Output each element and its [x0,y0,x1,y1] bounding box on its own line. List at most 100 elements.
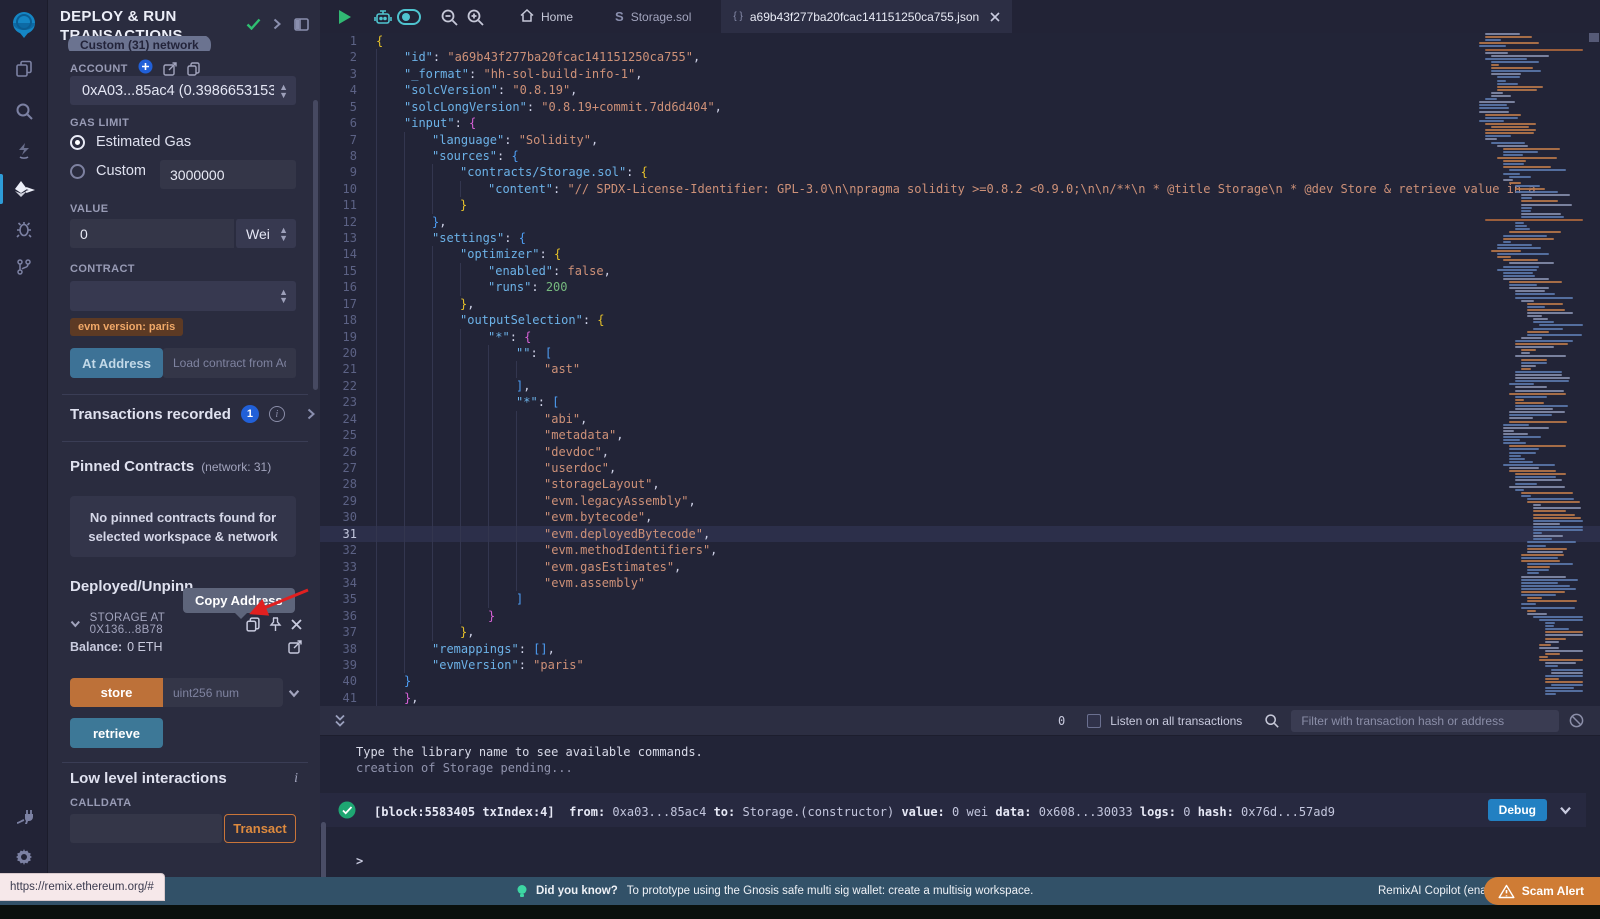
file-explorer-icon[interactable] [0,52,48,86]
custom-gas-input[interactable] [160,160,296,189]
copy-account-icon[interactable] [187,62,200,76]
panel-scrollbar[interactable] [313,100,318,390]
at-address-button[interactable]: At Address [70,348,163,378]
scam-alert-badge[interactable]: Scam Alert [1484,877,1600,905]
code-line[interactable]: 21"ast" [320,361,1600,377]
transaction-filter-input[interactable] [1291,710,1559,732]
terminal-search-icon[interactable] [1264,713,1279,728]
contract-select[interactable]: ▲▼ [70,281,296,311]
code-line[interactable]: 15"enabled": false, [320,263,1600,279]
code-line[interactable]: 20"": [ [320,345,1600,361]
code-line[interactable]: 9"contracts/Storage.sol": { [320,164,1600,180]
code-line[interactable]: 23"*": [ [320,394,1600,410]
value-input[interactable] [70,219,234,248]
pin-panel-icon[interactable] [292,15,310,33]
code-line[interactable]: 12}, [320,214,1600,230]
copy-contract-address-icon[interactable] [246,617,260,632]
transact-button[interactable]: Transact [224,814,296,843]
code-line[interactable]: 18"outputSelection": { [320,312,1600,328]
terminal-scrollbar[interactable] [321,822,326,880]
code-line[interactable]: 16"runs": 200 [320,279,1600,295]
copilot-toggle-icon[interactable] [396,6,422,28]
debugger-icon[interactable] [0,212,48,246]
code-line[interactable]: 41}, [320,690,1600,706]
code-line[interactable]: 31"evm.deployedBytecode", [320,526,1600,542]
code-line[interactable]: 19"*": { [320,329,1600,345]
run-script-play-icon[interactable] [332,6,358,28]
code-line[interactable]: 17}, [320,296,1600,312]
edit-balance-icon[interactable] [288,640,302,654]
search-icon[interactable] [0,94,48,128]
tab-build-info-json[interactable]: { } a69b43f277ba20fcac141151250ca755.jso… [721,0,1012,33]
deploy-and-run-icon[interactable] [0,172,48,206]
low-level-info-icon[interactable]: i [294,771,298,787]
code-line[interactable]: 22], [320,378,1600,394]
code-line[interactable]: 28"storageLayout", [320,476,1600,492]
code-line[interactable]: 3"_format": "hh-sol-build-info-1", [320,66,1600,82]
transaction-log-row[interactable]: [block:5583405 txIndex:4] from: 0xa03...… [320,793,1586,827]
clear-console-icon[interactable] [1569,713,1584,728]
expand-tx-chevron-icon[interactable] [1559,806,1572,815]
value-unit-select[interactable]: Wei ▲▼ [235,219,296,248]
calldata-input[interactable] [70,814,222,843]
estimated-gas-radio[interactable] [70,135,85,150]
code-line[interactable]: 24"abi", [320,411,1600,427]
code-line[interactable]: 35] [320,591,1600,607]
account-select[interactable]: 0xA03...85ac4 (0.39866531531 ▲▼ [70,76,296,105]
remix-logo[interactable] [0,6,48,44]
solidity-compiler-icon[interactable] [0,134,48,168]
code-line[interactable]: 39"evmVersion": "paris" [320,657,1600,673]
code-line[interactable]: 13"settings": { [320,230,1600,246]
transactions-recorded-row[interactable]: Transactions recorded 1 i [70,405,315,423]
estimated-gas-option[interactable]: Estimated Gas [70,134,191,150]
code-line[interactable]: 5"solcLongVersion": "0.8.19+commit.7dd6d… [320,99,1600,115]
expand-terminal-double-chevron-icon[interactable] [334,714,346,728]
load-contract-address-input[interactable] [163,348,296,378]
settings-gear-icon[interactable] [0,840,48,874]
editor-scrollbar[interactable] [1589,33,1599,42]
code-line[interactable]: 14"optimizer": { [320,246,1600,262]
code-line[interactable]: 4"solcVersion": "0.8.19", [320,82,1600,98]
tab-storage-sol[interactable]: S Storage.sol [603,0,703,33]
code-line[interactable]: 32"evm.methodIdentifiers", [320,542,1600,558]
git-icon[interactable] [0,250,48,284]
code-line[interactable]: 40} [320,673,1600,689]
code-line[interactable]: 8"sources": { [320,148,1600,164]
expand-store-args-chevron-icon[interactable] [288,689,300,698]
store-args-input[interactable] [163,678,283,707]
code-line[interactable]: 37}, [320,624,1600,640]
code-line[interactable]: 7"language": "Solidity", [320,132,1600,148]
code-line[interactable]: 27"userdoc", [320,460,1600,476]
minimap[interactable] [1475,33,1588,700]
transactions-expand-chevron-icon[interactable] [307,408,315,420]
code-line[interactable]: 26"devdoc", [320,444,1600,460]
code-line[interactable]: 25"metadata", [320,427,1600,443]
code-line[interactable]: 2"id": "a69b43f277ba20fcac141151250ca755… [320,49,1600,65]
code-line[interactable]: 30"evm.bytecode", [320,509,1600,525]
close-tab-icon[interactable] [990,12,1000,22]
debug-button[interactable]: Debug [1488,799,1547,821]
code-line[interactable]: 6"input": { [320,115,1600,131]
code-line[interactable]: 34"evm.assembly" [320,575,1600,591]
store-function-button[interactable]: store [70,678,163,707]
code-line[interactable]: 36} [320,608,1600,624]
code-line[interactable]: 1{ [320,33,1600,49]
remove-contract-icon[interactable] [291,619,302,630]
edit-account-icon[interactable] [163,62,177,76]
collapse-contract-chevron-icon[interactable] [70,620,81,628]
code-editor[interactable]: 1{2"id": "a69b43f277ba20fcac141151250ca7… [320,33,1600,706]
ai-copilot-robot-icon[interactable] [370,6,396,28]
code-line[interactable]: 33"evm.gasEstimates", [320,559,1600,575]
custom-gas-option[interactable]: Custom [70,163,146,179]
code-line[interactable]: 10"content": "// SPDX-License-Identifier… [320,181,1600,197]
listen-all-transactions-checkbox[interactable] [1087,714,1101,728]
zoom-in-icon[interactable] [462,6,488,28]
code-line[interactable]: 38"remappings": [], [320,641,1600,657]
code-line[interactable]: 29"evm.legacyAssembly", [320,493,1600,509]
pin-contract-icon[interactable] [269,617,282,632]
custom-gas-radio[interactable] [70,164,85,179]
code-line[interactable]: 11} [320,197,1600,213]
terminal-prompt[interactable]: > [356,854,363,868]
transactions-info-icon[interactable]: i [269,406,285,422]
tab-home[interactable]: Home [508,0,585,33]
